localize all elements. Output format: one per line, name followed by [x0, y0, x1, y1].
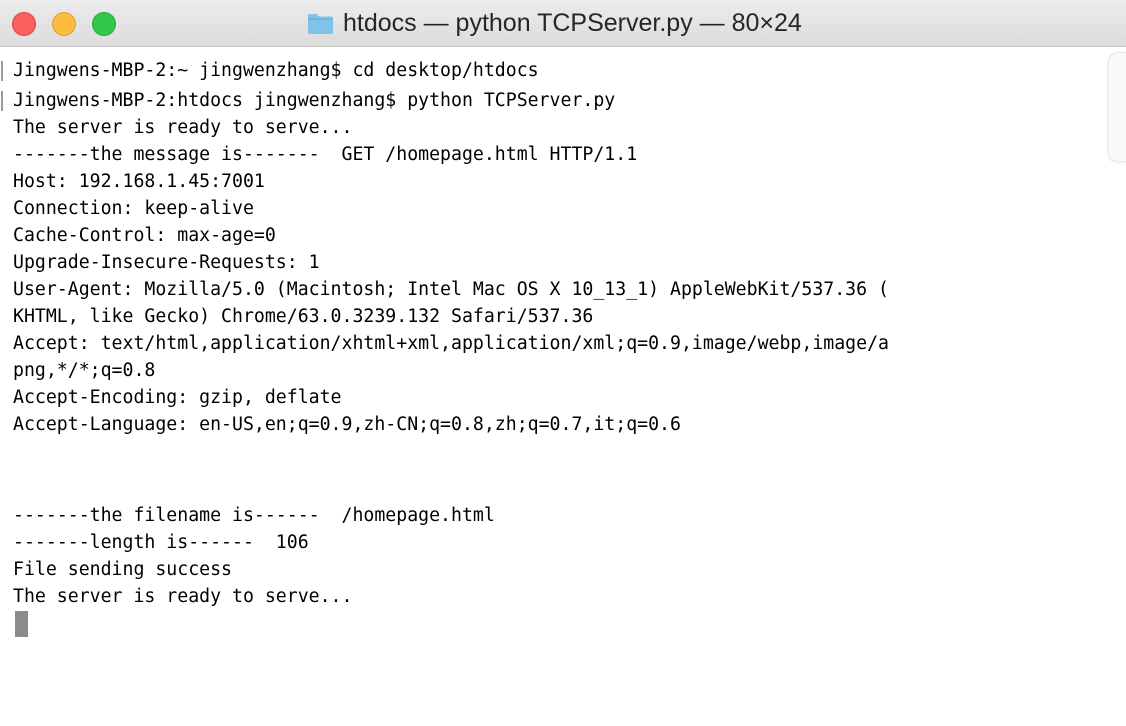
overlay-panel — [1108, 52, 1126, 162]
zoom-button[interactable] — [92, 12, 116, 36]
terminal-line: The server is ready to serve... — [13, 117, 353, 138]
terminal-line: Accept: text/html,application/xhtml+xml,… — [13, 333, 889, 354]
terminal-line: The server is ready to serve... — [13, 586, 353, 607]
terminal-window: htdocs — python TCPServer.py — 80×24 Jin… — [0, 0, 1126, 726]
terminal-line: -------length is------ 106 — [13, 532, 309, 553]
terminal-line: Jingwens-MBP-2:htdocs jingwenzhang$ pyth… — [13, 90, 616, 111]
terminal-line: -------the message is------- GET /homepa… — [13, 144, 638, 165]
terminal-line: Cache-Control: max-age=0 — [13, 225, 276, 246]
terminal-line: User-Agent: Mozilla/5.0 (Macintosh; Inte… — [13, 279, 889, 300]
window-title: htdocs — python TCPServer.py — 80×24 — [343, 9, 802, 37]
terminal-line: File sending success — [13, 559, 232, 580]
close-button[interactable] — [12, 12, 36, 36]
terminal-line: Upgrade-Insecure-Requests: 1 — [13, 252, 320, 273]
terminal-line: Host: 192.168.1.45:7001 — [13, 171, 265, 192]
title-bar[interactable]: htdocs — python TCPServer.py — 80×24 — [0, 0, 1126, 47]
folder-icon — [308, 13, 333, 34]
terminal-cursor — [15, 611, 28, 637]
terminal-line: Accept-Language: en-US,en;q=0.9,zh-CN;q=… — [13, 414, 681, 435]
minimize-button[interactable] — [52, 12, 76, 36]
terminal-line: Connection: keep-alive — [13, 198, 254, 219]
window-title-group: htdocs — python TCPServer.py — 80×24 — [307, 0, 802, 47]
prompt-mark — [1, 91, 3, 111]
terminal-line: Jingwens-MBP-2:~ jingwenzhang$ cd deskto… — [13, 60, 539, 81]
terminal-line: -------the filename is------ /homepage.h… — [13, 505, 495, 526]
terminal-line: png,*/*;q=0.8 — [13, 360, 156, 381]
prompt-mark — [1, 61, 3, 81]
terminal-line: KHTML, like Gecko) Chrome/63.0.3239.132 … — [13, 306, 594, 327]
terminal-line: Accept-Encoding: gzip, deflate — [13, 387, 342, 408]
